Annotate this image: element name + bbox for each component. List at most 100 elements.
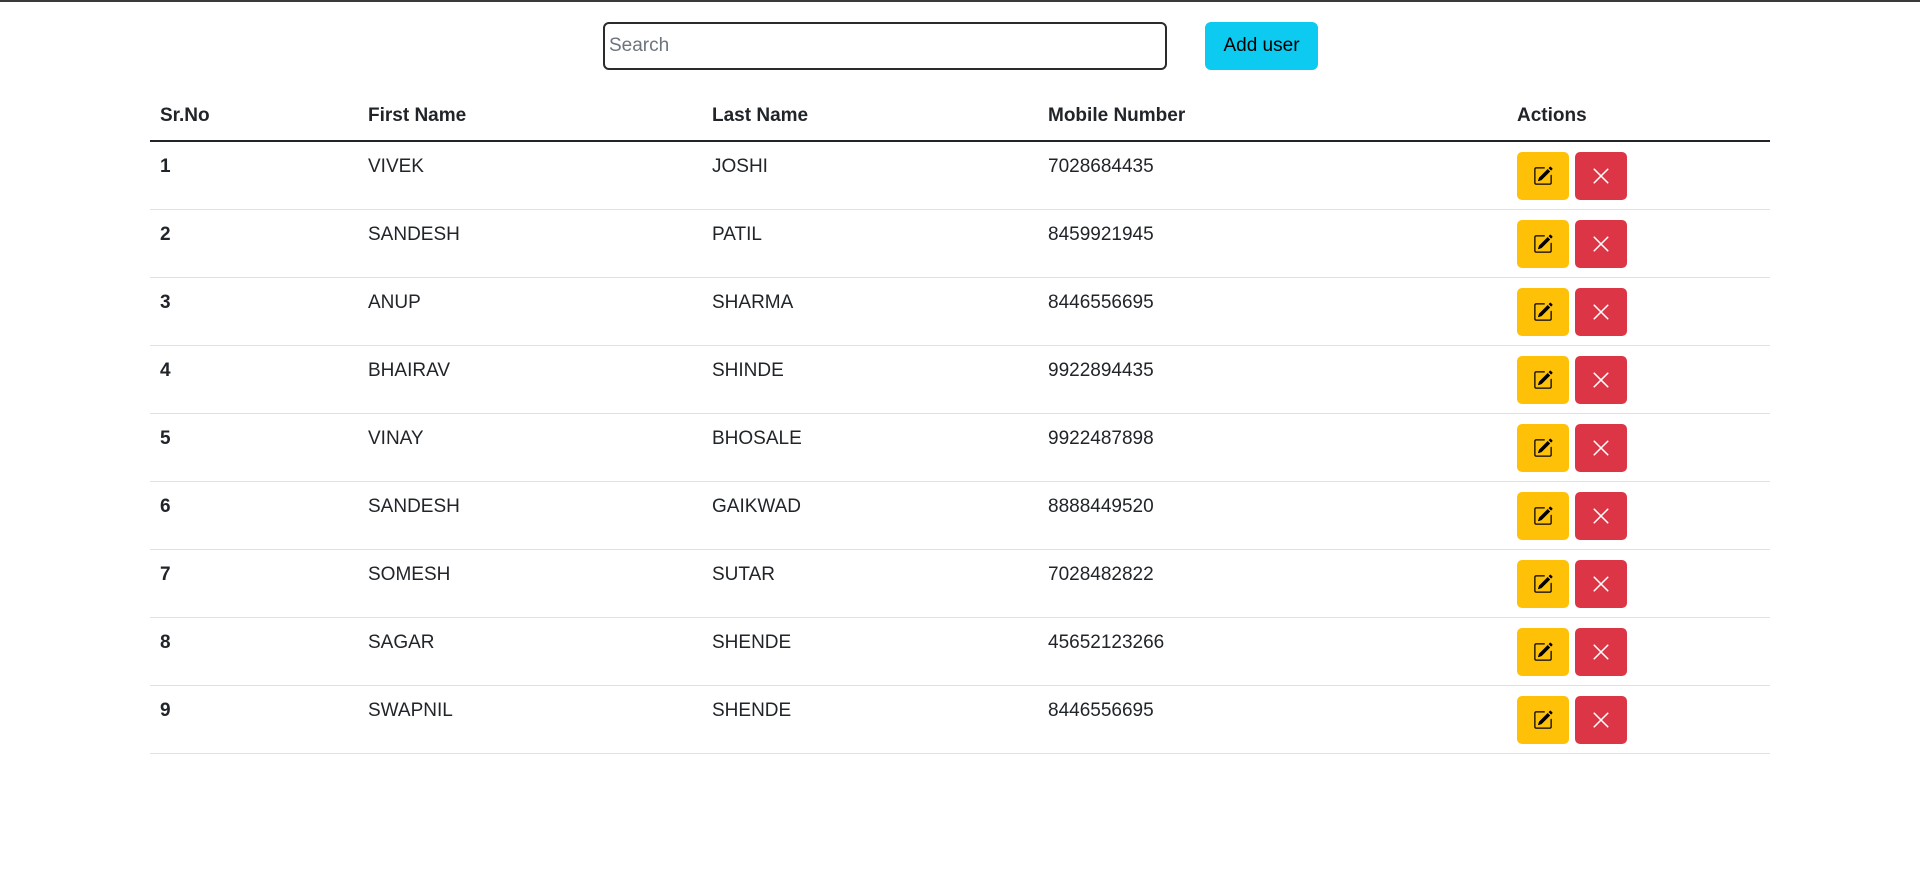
search-input[interactable] (603, 22, 1167, 70)
cell-sr-no: 2 (150, 209, 358, 278)
top-border (0, 0, 1920, 2)
cell-first-name: VIVEK (358, 141, 702, 210)
close-icon (1592, 371, 1610, 389)
delete-button[interactable] (1575, 287, 1628, 336)
table-row: 2 SANDESH PATIL 8459921945 (150, 209, 1770, 278)
table-body: 1 VIVEK JOSHI 7028684435 2 SANDESH PATIL 84599… (150, 141, 1770, 754)
edit-button[interactable] (1517, 355, 1569, 404)
edit-button[interactable] (1517, 627, 1569, 676)
pencil-square-icon (1533, 506, 1553, 526)
cell-last-name: JOSHI (702, 141, 1038, 210)
table-header-row: Sr.No First Name Last Name Mobile Number… (150, 92, 1770, 142)
table-row: 6 SANDESH GAIKWAD 8888449520 (150, 481, 1770, 550)
cell-sr-no: 6 (150, 481, 358, 550)
table-row: 9 SWAPNIL SHENDE 8446556695 (150, 685, 1770, 754)
cell-first-name: VINAY (358, 413, 702, 482)
edit-button[interactable] (1517, 559, 1569, 608)
cell-mobile-number: 45652123266 (1038, 617, 1507, 686)
cell-mobile-number: 8446556695 (1038, 685, 1507, 754)
header-last-name: Last Name (702, 92, 1038, 142)
cell-last-name: SHENDE (702, 617, 1038, 686)
close-icon (1592, 439, 1610, 457)
edit-button[interactable] (1517, 695, 1569, 744)
delete-button[interactable] (1575, 559, 1628, 608)
cell-last-name: PATIL (702, 209, 1038, 278)
table-row: 7 SOMESH SUTAR 7028482822 (150, 549, 1770, 618)
table-row: 5 VINAY BHOSALE 9922487898 (150, 413, 1770, 482)
cell-actions (1507, 617, 1770, 686)
cell-mobile-number: 8446556695 (1038, 277, 1507, 346)
close-icon (1592, 643, 1610, 661)
cell-sr-no: 8 (150, 617, 358, 686)
cell-first-name: SANDESH (358, 481, 702, 550)
pencil-square-icon (1533, 710, 1553, 730)
cell-first-name: SWAPNIL (358, 685, 702, 754)
cell-mobile-number: 7028684435 (1038, 141, 1507, 210)
close-icon (1592, 167, 1610, 185)
edit-button[interactable] (1517, 491, 1569, 540)
close-icon (1592, 507, 1610, 525)
cell-mobile-number: 8459921945 (1038, 209, 1507, 278)
delete-button[interactable] (1575, 627, 1628, 676)
cell-last-name: SHENDE (702, 685, 1038, 754)
table-row: 8 SAGAR SHENDE 45652123266 (150, 617, 1770, 686)
toolbar: Add user (603, 22, 1318, 70)
cell-actions (1507, 413, 1770, 482)
edit-button[interactable] (1517, 423, 1569, 472)
close-icon (1592, 711, 1610, 729)
cell-last-name: SHARMA (702, 277, 1038, 346)
cell-mobile-number: 8888449520 (1038, 481, 1507, 550)
pencil-square-icon (1533, 438, 1553, 458)
edit-button[interactable] (1517, 152, 1569, 200)
header-mobile-number: Mobile Number (1038, 92, 1507, 142)
cell-first-name: SOMESH (358, 549, 702, 618)
cell-actions (1507, 277, 1770, 346)
pencil-square-icon (1533, 166, 1553, 186)
add-user-button[interactable]: Add user (1205, 22, 1318, 70)
pencil-square-icon (1533, 370, 1553, 390)
cell-mobile-number: 9922894435 (1038, 345, 1507, 414)
cell-first-name: ANUP (358, 277, 702, 346)
cell-first-name: SANDESH (358, 209, 702, 278)
table-row: 1 VIVEK JOSHI 7028684435 (150, 141, 1770, 210)
cell-mobile-number: 9922487898 (1038, 413, 1507, 482)
edit-button[interactable] (1517, 219, 1569, 268)
header-actions: Actions (1507, 92, 1770, 142)
delete-button[interactable] (1575, 695, 1628, 744)
header-sr-no: Sr.No (150, 92, 358, 142)
close-icon (1592, 575, 1610, 593)
cell-actions (1507, 549, 1770, 618)
pencil-square-icon (1533, 642, 1553, 662)
delete-button[interactable] (1575, 423, 1628, 472)
delete-button[interactable] (1575, 152, 1628, 200)
close-icon (1592, 303, 1610, 321)
cell-sr-no: 9 (150, 685, 358, 754)
cell-actions (1507, 685, 1770, 754)
cell-mobile-number: 7028482822 (1038, 549, 1507, 618)
cell-actions (1507, 345, 1770, 414)
cell-last-name: GAIKWAD (702, 481, 1038, 550)
cell-actions (1507, 209, 1770, 278)
pencil-square-icon (1533, 574, 1553, 594)
cell-first-name: BHAIRAV (358, 345, 702, 414)
table-row: 3 ANUP SHARMA 8446556695 (150, 277, 1770, 346)
cell-last-name: SHINDE (702, 345, 1038, 414)
cell-actions (1507, 481, 1770, 550)
cell-sr-no: 7 (150, 549, 358, 618)
pencil-square-icon (1533, 302, 1553, 322)
cell-last-name: BHOSALE (702, 413, 1038, 482)
close-icon (1592, 235, 1610, 253)
header-first-name: First Name (358, 92, 702, 142)
cell-first-name: SAGAR (358, 617, 702, 686)
delete-button[interactable] (1575, 355, 1628, 404)
edit-button[interactable] (1517, 287, 1569, 336)
cell-sr-no: 5 (150, 413, 358, 482)
delete-button[interactable] (1575, 219, 1628, 268)
table-row: 4 BHAIRAV SHINDE 9922894435 (150, 345, 1770, 414)
delete-button[interactable] (1575, 491, 1628, 540)
users-table: Sr.No First Name Last Name Mobile Number… (150, 92, 1770, 754)
cell-actions (1507, 141, 1770, 210)
cell-sr-no: 3 (150, 277, 358, 346)
cell-sr-no: 1 (150, 141, 358, 210)
pencil-square-icon (1533, 234, 1553, 254)
